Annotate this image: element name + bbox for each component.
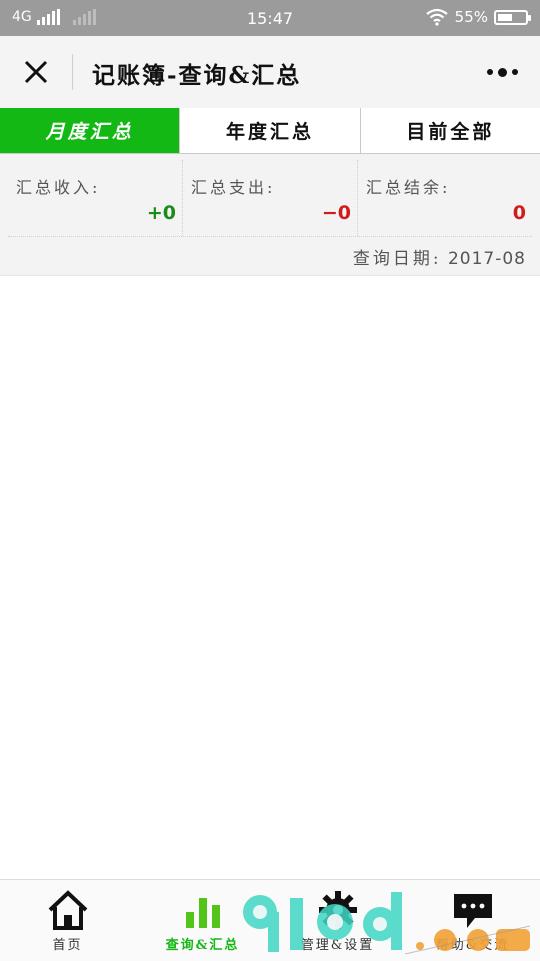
page-title: 记账簿-查询&汇总 [92,62,302,89]
expense-cell: 汇总支出: −0 [183,160,358,236]
balance-label: 汇总结余: [366,178,451,197]
chat-bubble-icon [453,894,492,928]
query-date-label: 查询日期: [352,249,442,269]
more-dot-right [512,69,518,75]
nav-item-query-summary[interactable]: 查询&汇总 [135,880,270,961]
income-value: +0 [146,202,176,224]
expense-value: −0 [321,202,351,224]
summary-cells: 汇总收入: +0 汇总支出: −0 汇总结余: 0 [8,160,532,237]
expense-label: 汇总支出: [191,178,276,197]
nav-label-query-summary: 查询&汇总 [165,938,240,953]
bottom-nav: 首页 查询&汇总 管理&设置 帮助&交流 [0,879,540,961]
battery-fill [498,13,512,21]
gear-icon [318,891,357,929]
nav-item-home[interactable]: 首页 [0,880,135,961]
more-dots-icon [487,69,493,75]
balance-value: 0 [512,202,526,224]
nav-label-manage-settings: 管理&设置 [300,938,375,953]
nav-item-manage-settings[interactable]: 管理&设置 [270,880,405,961]
nav-label-home: 首页 [52,938,83,953]
battery-icon [494,9,531,25]
income-cell: 汇总收入: +0 [8,160,183,236]
summary-panel: 汇总收入: +0 汇总支出: −0 汇总结余: 0 查询日期: 2017-08 [0,154,540,276]
nav-label-help-chat: 帮助&交流 [435,938,510,953]
status-right: 55% [425,8,531,26]
tab-monthly-summary[interactable]: 月度汇总 [0,108,181,153]
bar-chart-icon [185,898,220,928]
summary-tabs: 月度汇总 年度汇总 目前全部 [0,108,540,154]
more-button[interactable] [487,62,518,82]
balance-cell: 汇总结余: 0 [358,160,532,236]
query-date: 查询日期: 2017-08 [353,244,526,269]
more-dot-center [498,67,507,77]
query-date-value: 2017-08 [447,249,526,269]
close-icon [24,60,48,84]
nav-item-help-chat[interactable]: 帮助&交流 [405,880,540,961]
home-icon [48,890,87,930]
title-divider [72,54,73,90]
close-button[interactable] [18,54,54,90]
tab-yearly-summary[interactable]: 年度汇总 [180,108,361,153]
wifi-icon [425,8,448,26]
tab-all-current[interactable]: 目前全部 [360,108,540,153]
income-label: 汇总收入: [16,178,101,197]
title-bar: 记账簿-查询&汇总 [0,36,540,109]
battery-percent: 55% [454,8,488,26]
status-bar: 4G 15:47 55% [0,0,540,36]
